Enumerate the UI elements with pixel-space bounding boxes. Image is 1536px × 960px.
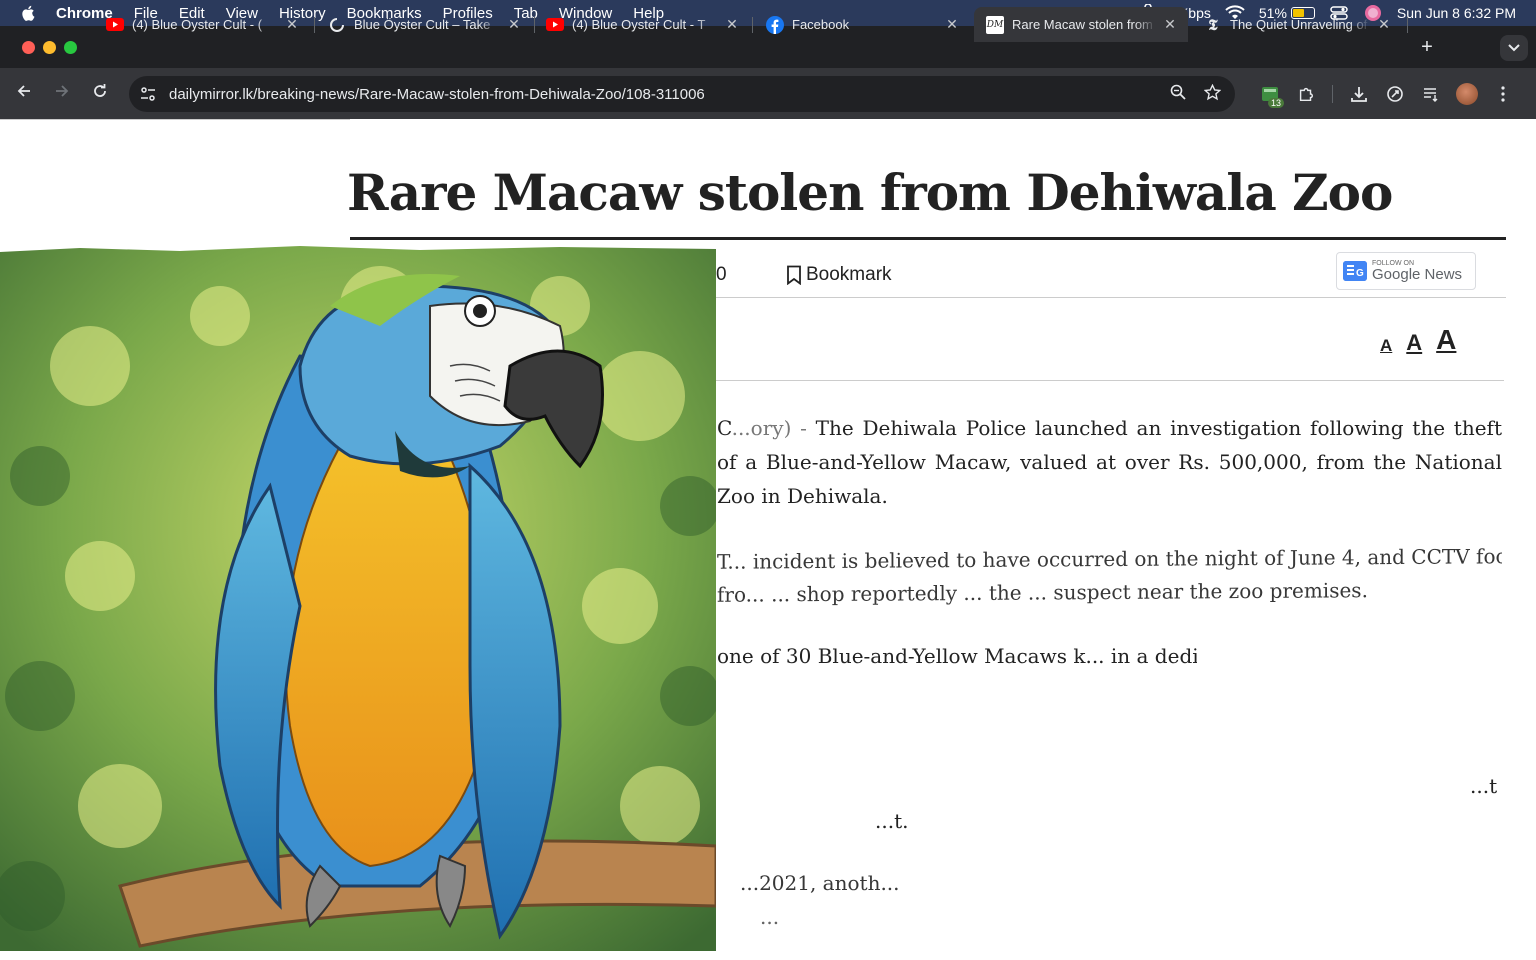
browser-toolbar: dailymirror.lk/breaking-news/Rare-Macaw-… [0, 68, 1536, 119]
comment-count[interactable]: 0 [716, 264, 786, 286]
tab-blue-oyster-cult[interactable]: Blue Öyster Cult – Take ✕ [316, 7, 532, 42]
font-size-controls: A A A [1380, 324, 1456, 356]
extension-badge: 13 [1267, 97, 1284, 108]
tab-divider [752, 17, 753, 33]
youtube-icon [546, 16, 564, 34]
close-window-button[interactable] [22, 40, 35, 54]
forward-button[interactable] [43, 83, 81, 104]
para1-fragment: C [717, 416, 732, 440]
new-tab-button[interactable]: + [1416, 36, 1438, 59]
reload-icon [94, 84, 106, 97]
bookmark-label: Bookmark [806, 264, 892, 285]
close-tab-icon[interactable]: ✕ [724, 16, 740, 33]
profile-avatar[interactable] [1449, 78, 1485, 110]
divider [350, 237, 1506, 240]
arrow-right-icon [56, 85, 69, 97]
close-tab-icon[interactable]: ✕ [506, 16, 522, 33]
address-bar[interactable]: dailymirror.lk/breaking-news/Rare-Macaw-… [129, 76, 1235, 112]
youtube-icon [106, 16, 124, 34]
site-info-icon[interactable] [139, 85, 157, 103]
tab-youtube-1[interactable]: (4) Blue Oyster Cult - ( ✕ [94, 7, 310, 42]
torn-text-line: T... incident is believed to have occurr… [717, 544, 1502, 574]
tab-title: Rare Macaw stolen from [1012, 17, 1153, 32]
article-meta-row: 0 Bookmark G FOLLOW ON Google News [716, 252, 1506, 298]
url-text[interactable]: dailymirror.lk/breaking-news/Rare-Macaw-… [169, 86, 705, 103]
tab-divider [1407, 17, 1408, 33]
gnews-label: Google News [1372, 266, 1463, 283]
tab-nytimes[interactable]: 𝕿 The Quiet Unraveling of ✕ [1192, 7, 1402, 42]
bookmark-star-icon[interactable] [1203, 83, 1222, 105]
tab-title: Facebook [792, 17, 850, 32]
torn-text-line: one of 30 Blue-and-Yellow Macaws k... in… [717, 644, 1197, 668]
tab-title: (4) Blue Oyster Cult - ( [132, 17, 263, 32]
web-page: Rare Macaw stolen from Dehiwala Zoo 0 Bo… [0, 119, 1536, 960]
apple-logo-icon[interactable] [20, 4, 38, 22]
article-body: C...ory) - The Dehiwala Police launched … [717, 411, 1502, 533]
article-headline: Rare Macaw stolen from Dehiwala Zoo [347, 163, 1393, 222]
close-tab-icon[interactable]: ✕ [944, 16, 960, 33]
minimize-window-button[interactable] [43, 40, 56, 54]
zoom-window-button[interactable] [64, 40, 77, 54]
para1-fragment-torn: ...ory) - [731, 416, 816, 440]
font-size-medium-button[interactable]: A [1406, 330, 1422, 356]
performance-icon[interactable] [1377, 78, 1413, 110]
torn-text-line: ...t [1470, 774, 1498, 798]
extensions-puzzle-icon[interactable] [1288, 78, 1324, 110]
toolbar-divider [1332, 84, 1333, 103]
arrow-left-icon [17, 85, 30, 97]
back-button[interactable] [5, 83, 43, 104]
facebook-icon [766, 15, 784, 34]
extension-toolbar: 13 [1252, 68, 1521, 119]
reading-list-icon[interactable] [1413, 78, 1449, 110]
tab-title: (4) Blue Oyster Cult - T [572, 17, 706, 32]
divider [716, 380, 1504, 381]
nytimes-icon: 𝕿 [1208, 15, 1218, 34]
loading-icon [328, 16, 346, 34]
font-size-small-button[interactable]: A [1380, 336, 1392, 356]
follow-google-news-button[interactable]: G FOLLOW ON Google News [1336, 252, 1476, 290]
bookmark-icon [787, 265, 801, 285]
tab-facebook[interactable]: Facebook ✕ [754, 7, 970, 42]
close-tab-icon[interactable]: ✕ [284, 16, 300, 33]
tab-title: Blue Öyster Cult – Take [354, 17, 491, 32]
downloads-icon[interactable] [1341, 78, 1377, 110]
tab-groups-extension-icon[interactable]: 13 [1252, 78, 1288, 110]
dailymirror-icon: DM [986, 15, 1004, 34]
chrome-menu-icon[interactable] [1485, 78, 1521, 110]
tab-youtube-2[interactable]: (4) Blue Oyster Cult - T ✕ [534, 7, 750, 42]
tab-title: The Quiet Unraveling of [1230, 17, 1368, 32]
torn-text-line: ...2021, anoth... [740, 871, 900, 895]
close-tab-icon[interactable]: ✕ [1162, 16, 1178, 33]
menubar-clock[interactable]: Sun Jun 8 6:32 PM [1397, 5, 1516, 21]
close-tab-icon[interactable]: ✕ [1376, 16, 1392, 33]
article-paragraph-1: C...ory) - The Dehiwala Police launched … [717, 411, 1502, 513]
macaw-illustration [0, 246, 716, 951]
svg-text:G: G [1356, 268, 1364, 279]
zoom-icon[interactable] [1170, 84, 1186, 104]
bookmark-button[interactable]: Bookmark [786, 264, 892, 286]
torn-text-line: ...t. [875, 809, 909, 833]
divider [716, 297, 1506, 298]
divider [0, 119, 350, 120]
window-controls [22, 26, 77, 68]
reload-button[interactable] [81, 83, 119, 104]
google-news-icon: G [1343, 261, 1367, 281]
torn-text-line: ... [760, 905, 780, 929]
tab-rare-macaw-active[interactable]: DM Rare Macaw stolen from ✕ [974, 7, 1188, 42]
torn-text-line: fro... ... shop reportedly ... the ... s… [717, 578, 1368, 607]
font-size-large-button[interactable]: A [1436, 324, 1456, 356]
macaw-image [0, 246, 716, 951]
para1-text: The Dehiwala Police launched an investig… [717, 416, 1502, 508]
tab-divider [314, 17, 315, 33]
chevron-down-icon [1508, 44, 1520, 52]
tab-search-button[interactable] [1500, 35, 1528, 61]
